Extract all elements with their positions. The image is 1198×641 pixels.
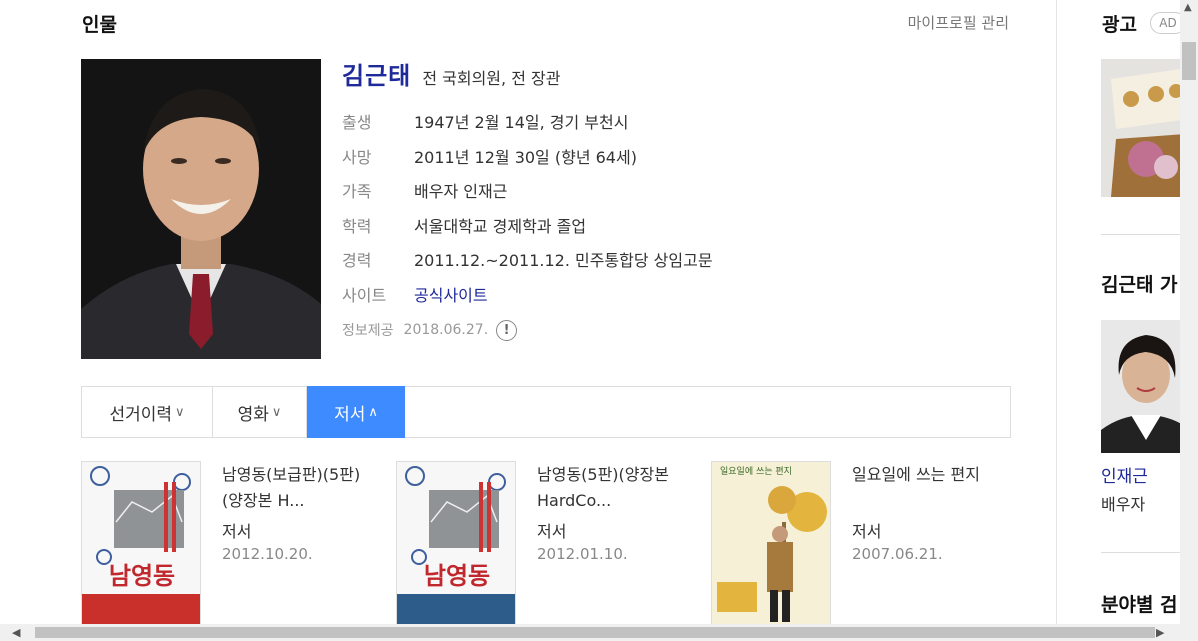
scroll-left-icon[interactable]: ◀ bbox=[12, 626, 20, 639]
tab-label: 저서 bbox=[334, 404, 366, 425]
book-title[interactable]: 일요일에 쓰는 편지 bbox=[852, 462, 1002, 488]
chevron-down-icon: ∨ bbox=[271, 404, 282, 420]
book-date: 2012.10.20. bbox=[222, 545, 313, 563]
book-item[interactable]: 남영동 남영동(5판)(양장본 HardCo... 저서 2012.01.10. bbox=[396, 461, 696, 631]
profile-description: 전 국회의원, 전 장관 bbox=[422, 69, 561, 88]
info-value: 배우자 인재근 bbox=[414, 182, 508, 202]
right-sidebar: 광고 AD 김근태 가 인재근 배우자 분야별 검 bbox=[1058, 0, 1180, 641]
sidebar-divider bbox=[1101, 552, 1180, 553]
book-cover-text: 남영동 bbox=[109, 562, 175, 590]
scroll-up-icon[interactable]: ▲ bbox=[1184, 2, 1192, 13]
vertical-scrollbar[interactable]: ▲ bbox=[1180, 0, 1198, 641]
book-cover[interactable]: 일요일에 쓰는 편지 bbox=[711, 461, 831, 626]
profile-name[interactable]: 김근태 bbox=[342, 62, 411, 90]
book-title[interactable]: 남영동(보급판)(5판)(양장본 H... bbox=[222, 462, 372, 514]
tab-label: 선거이력 bbox=[109, 404, 173, 425]
info-key: 경력 bbox=[342, 251, 372, 271]
book-cover-text: 일요일에 쓰는 편지 bbox=[720, 465, 792, 477]
book-type: 저서 bbox=[537, 522, 567, 541]
info-value: 서울대학교 경제학과 졸업 bbox=[414, 216, 587, 236]
book-item[interactable]: 일요일에 쓰는 편지 일요일에 쓰는 편지 저서 2007.06.21. bbox=[711, 461, 1011, 631]
book-cover-text: 남영동 bbox=[424, 562, 490, 590]
book-date: 2012.01.10. bbox=[537, 545, 628, 563]
info-key: 학력 bbox=[342, 216, 372, 236]
related-person-photo[interactable] bbox=[1101, 320, 1180, 453]
info-value: 1947년 2월 14일, 경기 부천시 bbox=[414, 113, 629, 133]
book-type: 저서 bbox=[852, 522, 882, 541]
source-label: 정보제공 bbox=[342, 323, 394, 339]
source-date: 2018.06.27. bbox=[403, 322, 489, 338]
chevron-down-icon: ∨ bbox=[175, 404, 185, 420]
book-date: 2007.06.21. bbox=[852, 545, 943, 563]
related-people-title: 김근태 가 bbox=[1101, 274, 1178, 296]
horizontal-scroll-thumb[interactable] bbox=[35, 627, 1155, 638]
info-row-career: 경력 2011.12.~2011.12. 민주통합당 상임고문 bbox=[342, 242, 713, 277]
related-person-name[interactable]: 인재근 bbox=[1101, 462, 1148, 487]
official-site-link[interactable]: 공식사이트 bbox=[414, 282, 488, 306]
info-alert-icon[interactable]: ! bbox=[496, 319, 518, 341]
profile-portrait[interactable] bbox=[81, 59, 321, 359]
ad-badge[interactable]: AD bbox=[1150, 12, 1180, 34]
info-row-family: 가족 배우자 인재근 bbox=[342, 173, 713, 208]
info-key: 사이트 bbox=[342, 285, 387, 305]
tab-election-history[interactable]: 선거이력 ∨ bbox=[82, 387, 213, 437]
info-key: 사망 bbox=[342, 147, 372, 167]
info-value: 2011.12.~2011.12. 민주통합당 상임고문 bbox=[414, 251, 713, 271]
book-title[interactable]: 남영동(5판)(양장본 HardCo... bbox=[537, 462, 687, 514]
profile-manage-link[interactable]: 마이프로필 관리 bbox=[908, 12, 1009, 33]
info-row-death: 사망 2011년 12월 30일 (향년 64세) bbox=[342, 139, 713, 174]
book-item[interactable]: 남영동 남영동(보급판)(5판)(양장본 H... 저서 2012.10.20. bbox=[81, 461, 381, 631]
tab-movies[interactable]: 영화 ∨ bbox=[213, 387, 307, 437]
chevron-up-icon: ∧ bbox=[368, 404, 378, 420]
book-type: 저서 bbox=[222, 522, 252, 541]
tab-bar: 선거이력 ∨ 영화 ∨ 저서 ∧ bbox=[81, 386, 1011, 438]
ad-image[interactable] bbox=[1101, 59, 1180, 197]
book-cover[interactable]: 남영동 bbox=[396, 461, 516, 626]
info-key: 출생 bbox=[342, 113, 372, 133]
info-key: 가족 bbox=[342, 182, 372, 202]
horizontal-scrollbar[interactable]: ◀ ▶ bbox=[0, 624, 1180, 641]
profile-info: 출생 1947년 2월 14일, 경기 부천시 사망 2011년 12월 30일… bbox=[342, 104, 713, 349]
ad-title: 광고 bbox=[1102, 14, 1137, 36]
sidebar-divider bbox=[1101, 234, 1180, 235]
book-list: 남영동 남영동(보급판)(5판)(양장본 H... 저서 2012.10.20. bbox=[81, 461, 1041, 631]
book-cover[interactable]: 남영동 bbox=[81, 461, 201, 626]
info-row-education: 학력 서울대학교 경제학과 졸업 bbox=[342, 208, 713, 243]
info-row-birth: 출생 1947년 2월 14일, 경기 부천시 bbox=[342, 104, 713, 139]
tab-books[interactable]: 저서 ∧ bbox=[307, 386, 405, 438]
info-source-row: 정보제공 2018.06.27. ! bbox=[342, 311, 713, 349]
field-search-title: 분야별 검 bbox=[1101, 594, 1178, 616]
main-panel: 인물 마이프로필 관리 김근태 전 국회의원, 전 장관 출생 1947년 2월… bbox=[0, 0, 1057, 641]
vertical-scroll-thumb[interactable] bbox=[1182, 42, 1196, 80]
related-person-role: 배우자 bbox=[1101, 495, 1146, 514]
scroll-right-icon[interactable]: ▶ bbox=[1156, 626, 1164, 639]
info-value: 2011년 12월 30일 (향년 64세) bbox=[414, 147, 637, 167]
profile-header: 김근태 전 국회의원, 전 장관 bbox=[342, 56, 560, 91]
info-row-site: 사이트 공식사이트 bbox=[342, 277, 713, 312]
tab-label: 영화 bbox=[237, 404, 269, 425]
section-title: 인물 bbox=[82, 14, 117, 36]
